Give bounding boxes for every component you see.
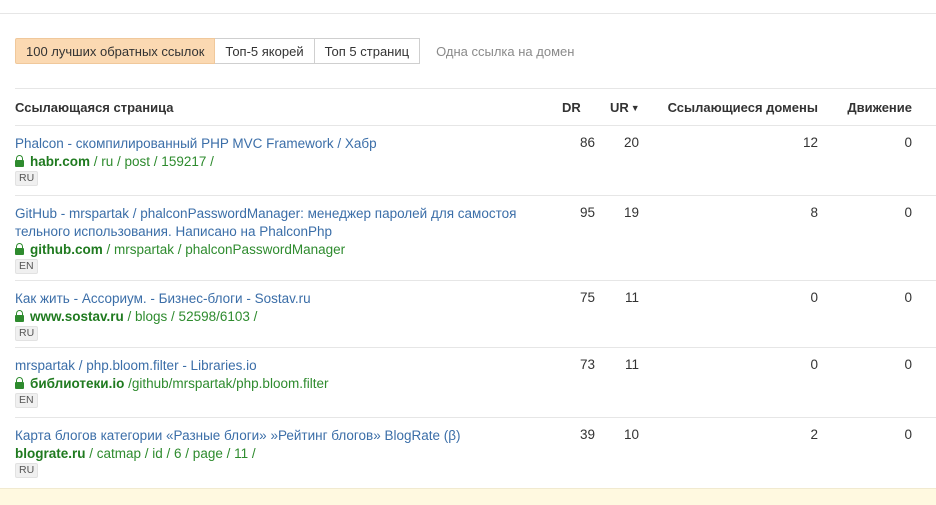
table-row: Phalcon - скомпилированный PHP MVC Frame… — [15, 125, 936, 195]
language-badge: EN — [15, 259, 38, 274]
tab-top-100-backlinks[interactable]: 100 лучших обратных ссылок — [15, 38, 216, 64]
table-row: GitHub - mrspartak / phalconPasswordMana… — [15, 195, 936, 281]
lock-icon — [15, 310, 24, 322]
column-header-referring-domains[interactable]: Ссылающиеся домены — [668, 100, 818, 115]
movement-value: 0 — [904, 357, 912, 372]
dr-value: 75 — [579, 290, 595, 305]
page-url[interactable]: www.sostav.ru / blogs / 52598/6103 / — [15, 308, 257, 326]
url-path[interactable]: / mrspartak / phalconPasswordManager — [103, 242, 346, 257]
language-badge: EN — [15, 393, 38, 408]
header-divider — [15, 88, 936, 89]
url-domain[interactable]: библиотеки.io — [30, 376, 124, 391]
table-row: Как жить - Ассориум. - Бизнес-блоги - So… — [15, 280, 936, 348]
language-badge: RU — [15, 463, 39, 478]
dr-value: 39 — [579, 427, 595, 442]
dr-value: 86 — [579, 135, 595, 150]
url-path[interactable]: / blogs / 52598/6103 / — [124, 309, 258, 324]
ur-value: 10 — [623, 427, 639, 442]
ur-value: 11 — [624, 357, 639, 372]
column-header-referring-page: Ссылающаяся страница — [15, 100, 174, 115]
ur-value: 20 — [623, 135, 639, 150]
lock-icon — [15, 377, 24, 389]
tab-top-5-pages[interactable]: Топ 5 страниц — [314, 38, 421, 64]
dr-value: 95 — [579, 205, 595, 220]
ur-value: 11 — [624, 290, 639, 305]
page-title-link[interactable]: Как жить - Ассориум. - Бизнес-блоги - So… — [15, 290, 545, 308]
column-header-dr[interactable]: DR — [562, 100, 581, 115]
url-domain[interactable]: habr.com — [30, 154, 90, 169]
ur-value: 19 — [623, 205, 639, 220]
page-title-link[interactable]: GitHub - mrspartak / phalconPasswordMana… — [15, 205, 545, 241]
page-url[interactable]: библиотеки.io /github/mrspartak/php.bloo… — [15, 375, 328, 393]
url-domain[interactable]: www.sostav.ru — [30, 309, 124, 324]
table-row: mrspartak / php.bloom.filter - Libraries… — [15, 347, 936, 418]
column-header-ur-label: UR — [610, 100, 629, 115]
movement-value: 0 — [904, 205, 912, 220]
page-url[interactable]: blograte.ru / catmap / id / 6 / page / 1… — [15, 445, 256, 463]
movement-value: 0 — [904, 427, 912, 442]
caret-down-icon: ▼ — [630, 103, 640, 113]
referring-domains-value[interactable]: 8 — [810, 205, 818, 220]
referring-domains-value[interactable]: 12 — [803, 135, 818, 150]
lock-icon — [15, 243, 24, 255]
one-link-per-domain-toggle[interactable]: Одна ссылка на домен — [436, 38, 574, 64]
url-path[interactable]: / ru / post / 159217 / — [90, 154, 214, 169]
column-header-ur[interactable]: UR ▼ — [610, 100, 640, 115]
page-title-link[interactable]: Phalcon - скомпилированный PHP MVC Frame… — [15, 135, 545, 153]
page-title-link[interactable]: mrspartak / php.bloom.filter - Libraries… — [15, 357, 545, 375]
url-domain[interactable]: blograte.ru — [15, 446, 86, 461]
url-path[interactable]: / catmap / id / 6 / page / 11 / — [86, 446, 255, 461]
report-tabs: 100 лучших обратных ссылок Топ-5 якорей … — [15, 38, 574, 64]
language-badge: RU — [15, 171, 39, 186]
bottom-notice-bar — [0, 488, 936, 505]
url-path[interactable]: /github/mrspartak/php.bloom.filter — [124, 376, 328, 391]
lock-icon — [15, 155, 24, 167]
referring-domains-value[interactable]: 0 — [810, 357, 818, 372]
movement-value: 0 — [904, 290, 912, 305]
top-divider — [0, 13, 936, 14]
referring-domains-value[interactable]: 0 — [810, 290, 818, 305]
table-row: Карта блогов категории «Разные блоги» »Р… — [15, 417, 936, 488]
referring-domains-value[interactable]: 2 — [810, 427, 818, 442]
dr-value: 73 — [579, 357, 595, 372]
tab-top-5-anchors[interactable]: Топ-5 якорей — [215, 38, 315, 64]
page-title-link[interactable]: Карта блогов категории «Разные блоги» »Р… — [15, 427, 545, 445]
page-url[interactable]: github.com / mrspartak / phalconPassword… — [15, 241, 345, 259]
column-header-movement[interactable]: Движение — [847, 100, 912, 115]
movement-value: 0 — [904, 135, 912, 150]
page-url[interactable]: habr.com / ru / post / 159217 / — [15, 153, 214, 171]
url-domain[interactable]: github.com — [30, 242, 103, 257]
language-badge: RU — [15, 326, 39, 341]
